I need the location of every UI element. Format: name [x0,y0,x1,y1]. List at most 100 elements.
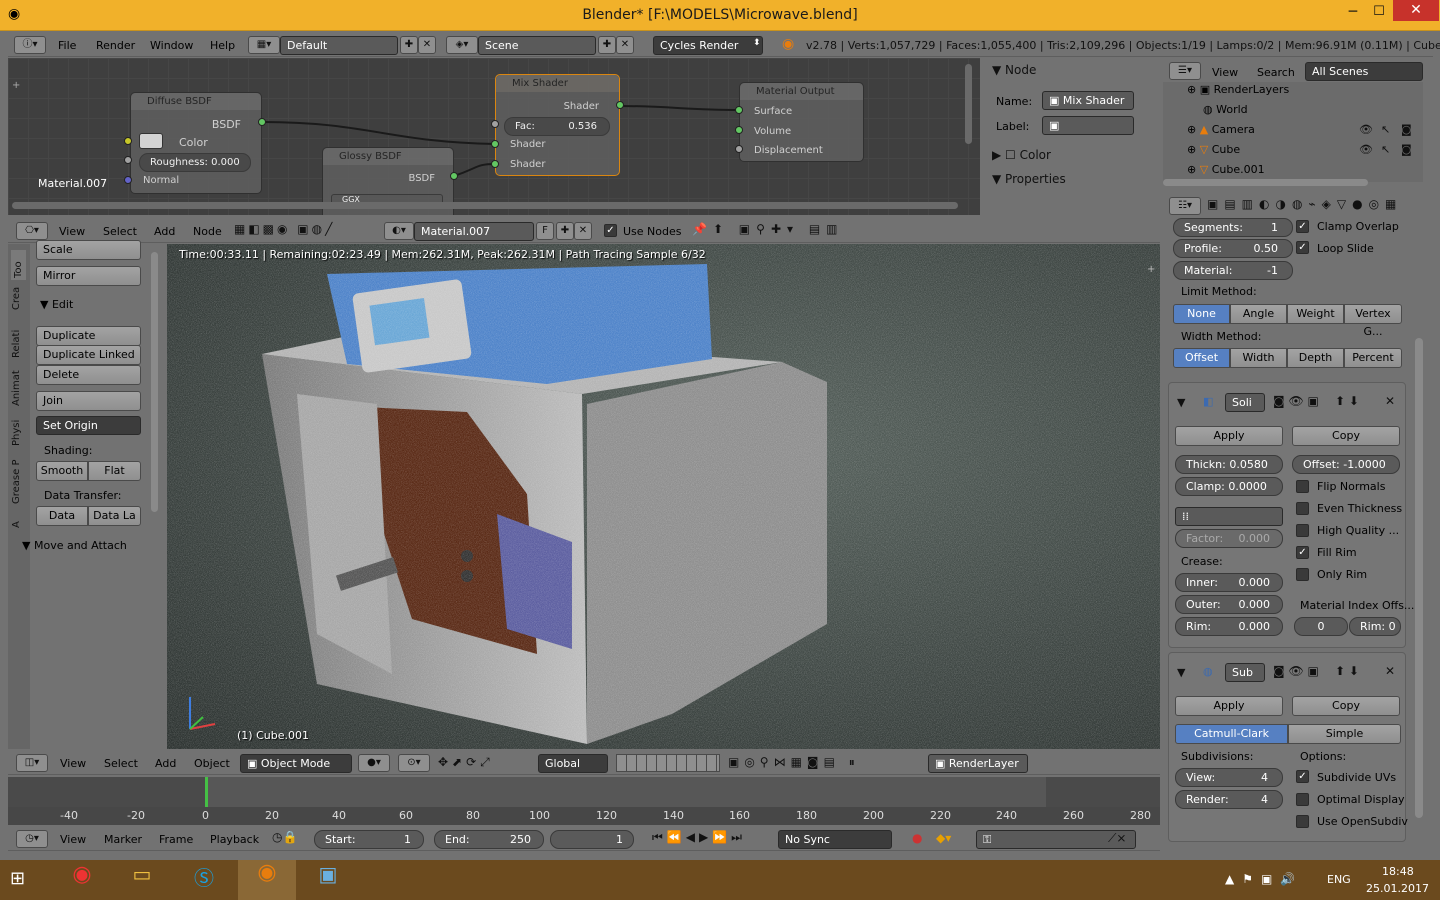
subsurf-move-icons[interactable]: ⬆ ⬇ [1335,664,1359,678]
solidify-factor-field[interactable]: Factor: 0.000 [1175,529,1283,548]
outliner-item-camera[interactable]: ⊕ ▲ Camera [1187,123,1255,136]
skype-taskbar-icon[interactable]: Ⓢ [178,862,230,898]
duplicate-button[interactable]: Duplicate [36,326,141,346]
explorer-taskbar-icon[interactable]: ▭ [116,862,168,898]
outliner-item-world[interactable]: ◍ World [1203,103,1248,116]
playback-controls[interactable]: ⏮⏪◀▶⏩⏭ [652,830,746,845]
width-percent-option[interactable]: Percent [1344,348,1402,368]
join-button[interactable]: Join [36,391,141,411]
solidify-offset-field[interactable]: Offset: -1.0000 [1292,455,1400,474]
tab-animation[interactable]: Animat [11,362,22,406]
glossy-bsdf-socket[interactable] [450,172,458,180]
delete-button[interactable]: Delete [36,365,141,385]
mix-shader-in2-socket[interactable] [491,160,499,168]
solidify-copy-button[interactable]: Copy [1292,426,1400,446]
scale-button[interactable]: Scale [36,240,141,260]
material-browse-icon[interactable]: ◐▾ [384,222,414,240]
add-scene-icon[interactable]: ✚ [598,36,616,54]
bevel-material-field[interactable]: Material: -1 [1173,261,1293,280]
visibility-eye-icon[interactable]: 👁 [1359,143,1373,156]
properties-tab-icons[interactable]: ▣▤▥◐◑◍⌁◈▽●◎▦ [1207,197,1402,211]
smooth-shading-button[interactable]: Smooth [36,461,88,481]
node-menu-node[interactable]: Node [193,225,222,238]
scene-icon[interactable]: ◈▾ [446,36,478,54]
bevel-profile-field[interactable]: Profile: 0.50 [1173,239,1293,258]
viewport-menu-add[interactable]: Add [155,757,176,770]
record-icon[interactable]: ● [912,831,922,845]
menu-render[interactable]: Render [96,39,135,52]
diffuse-bsdf-node[interactable]: Diffuse BSDF BSDF Color Roughness: 0.000… [130,92,262,194]
limit-angle-option[interactable]: Angle [1230,304,1287,324]
subsurf-name-field[interactable]: Sub [1225,663,1265,682]
subsurf-remove-icon[interactable]: ✕ [1385,664,1395,678]
current-frame-marker[interactable] [205,777,208,809]
render-layer-field[interactable]: ▣ RenderLayer [928,754,1028,773]
solidify-move-icons[interactable]: ⬆ ⬇ [1335,394,1359,408]
timeline[interactable]: -40 -20 0 20 40 60 80 100 120 140 160 18… [8,777,1160,825]
crease-inner-field[interactable]: Inner: 0.000 [1175,573,1283,592]
menu-window[interactable]: Window [150,39,193,52]
selectable-cursor-icon[interactable]: ↖ [1381,143,1390,156]
limit-none-option[interactable]: None [1173,304,1230,324]
viewport-shading-icon[interactable]: ●▾ [358,754,390,772]
remove-scene-icon[interactable]: ✕ [616,36,634,54]
diffuse-roughness-field[interactable]: Roughness: 0.000 [139,153,251,172]
node-properties-header[interactable]: ▼ Properties [992,172,1066,186]
diffuse-roughness-socket[interactable] [124,156,132,164]
outliner-editor-icon[interactable]: ☰▾ [1169,62,1201,80]
start-button[interactable]: ⊞ [10,868,40,892]
viewport-tool-icons[interactable]: ▣◎⚲⋈▦◙▤ ⏸ [728,755,860,770]
preview-range-icons[interactable]: ◷🔒 [272,830,297,844]
node-section-header[interactable]: ▼ Node [992,63,1036,77]
diffuse-normal-socket[interactable] [124,176,132,184]
only-rim-checkbox[interactable] [1296,568,1309,581]
solidify-name-field[interactable]: Soli [1225,393,1265,412]
move-attach-header[interactable]: ▼ Move and Attach [22,539,127,552]
menu-file[interactable]: File [58,39,76,52]
add-screen-icon[interactable]: ✚ [400,36,418,54]
timeline-menu-playback[interactable]: Playback [210,833,259,846]
set-origin-select[interactable]: Set Origin [36,416,141,435]
duplicate-linked-button[interactable]: Duplicate Linked [36,345,141,365]
width-offset-option[interactable]: Offset [1173,348,1230,368]
mix-shader-node[interactable]: Mix Shader Shader Fac: 0.536 Shader Shade… [495,74,620,176]
language-indicator[interactable]: ENG [1327,873,1351,886]
timeline-menu-view[interactable]: View [60,833,86,846]
node-tool-icons[interactable]: 📌⬆ ▣⚲✚▾ ▤▥ [692,222,844,236]
diffuse-color-swatch[interactable] [139,133,163,149]
render-camera-icon[interactable]: ◙ [1401,123,1412,136]
high-quality-checkbox[interactable] [1296,524,1309,537]
tab-physics[interactable]: Physi [11,412,22,446]
mix-fac-field[interactable]: Fac: 0.536 [504,117,610,136]
solidify-collapse-icon[interactable]: ▼ [1177,396,1185,409]
3d-viewport[interactable]: Time:00:33.11 | Remaining:02:23.49 | Mem… [167,244,1160,749]
keying-icon[interactable]: ◆▾ [936,831,951,845]
clock-date[interactable]: 25.01.2017 [1366,882,1429,895]
object-mode-select[interactable]: ▣ Object Mode [240,754,352,773]
material-index-field[interactable]: 0 [1294,617,1348,636]
subsurf-render-icons[interactable]: ◙ 👁 ▣ [1273,664,1319,678]
scene-field[interactable]: Scene [478,36,596,55]
solidify-apply-button[interactable]: Apply [1175,426,1283,446]
timeline-menu-marker[interactable]: Marker [104,833,142,846]
render-engine-select[interactable]: Cycles Render [653,36,763,55]
solidify-remove-icon[interactable]: ✕ [1385,394,1395,408]
viewport-menu-view[interactable]: View [60,757,86,770]
properties-editor-icon[interactable]: ☷▾ [1169,197,1201,215]
subsurf-collapse-icon[interactable]: ▼ [1177,666,1185,679]
node-editor[interactable]: + Material.007 Diffuse BSDF BSDF Color R… [8,58,980,215]
even-thickness-checkbox[interactable] [1296,502,1309,515]
clock-time[interactable]: 18:48 [1382,865,1414,878]
properties-scrollbar[interactable] [1415,338,1423,818]
node-label-field[interactable]: ▣ [1042,116,1134,135]
minimize-button[interactable]: ─ [1340,4,1366,24]
material-output-node[interactable]: Material Output Surface Volume Displacem… [739,82,864,162]
viewport-menu-select[interactable]: Select [104,757,138,770]
catmull-clark-option[interactable]: Catmull-Clark [1175,724,1288,744]
close-button[interactable]: ✕ [1393,0,1439,21]
subsurf-copy-button[interactable]: Copy [1292,696,1400,716]
material-fake-user-button[interactable]: F [536,222,554,240]
tab-create[interactable]: Crea [11,280,22,310]
tool-shelf-scrollbar[interactable] [151,252,158,512]
output-volume-socket[interactable] [735,126,743,134]
